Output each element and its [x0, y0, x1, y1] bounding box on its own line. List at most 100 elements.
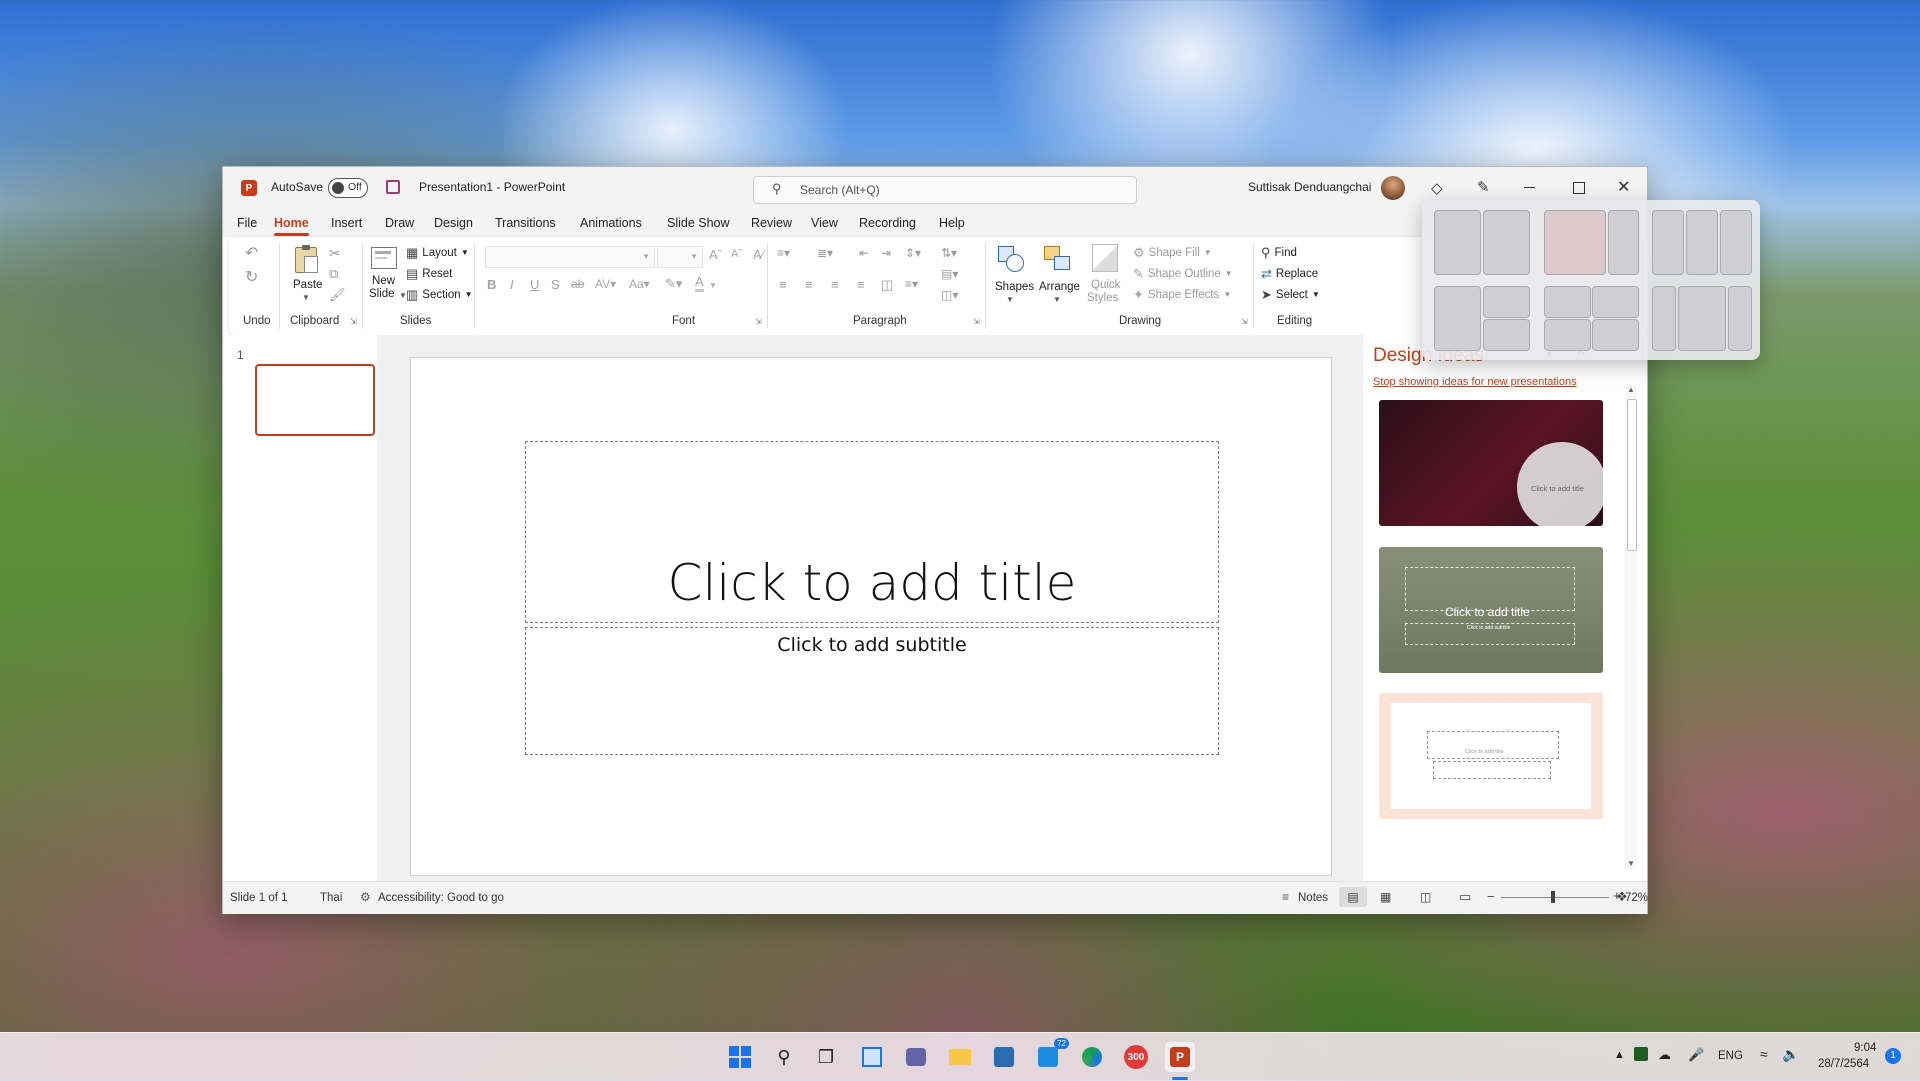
clock-time[interactable]: 9:04 [1854, 1042, 1876, 1054]
cut-icon[interactable]: ✂ [329, 245, 341, 262]
diamond-icon[interactable]: ◇ [1431, 179, 1443, 197]
increase-font-icon[interactable]: Aˆ [709, 247, 722, 262]
accessibility-icon[interactable]: ⚙ [360, 890, 371, 904]
snap-zone[interactable] [1434, 286, 1481, 351]
chat-icon[interactable] [901, 1042, 931, 1072]
autosave-toggle[interactable]: Off [328, 178, 368, 198]
snap-zone[interactable] [1652, 286, 1676, 351]
snap-zone[interactable] [1592, 286, 1639, 318]
section-button[interactable]: ▥ Section ▼ [406, 288, 473, 301]
clear-formatting-icon[interactable]: A∕ [753, 247, 764, 262]
pen-icon[interactable]: ✎ [1477, 178, 1490, 196]
snap-zone[interactable] [1434, 210, 1481, 275]
design-idea-card-2[interactable]: Click to add title Click to add subtitle [1379, 547, 1603, 673]
bold-icon[interactable]: B [487, 277, 496, 292]
slide-sorter-icon[interactable]: ▦ [1380, 890, 1391, 904]
task-view-icon[interactable]: ❐ [811, 1042, 841, 1072]
notification-count[interactable]: 1 [1885, 1048, 1901, 1064]
snap-zone[interactable] [1544, 319, 1591, 351]
tray-app-icon[interactable] [1634, 1047, 1648, 1061]
dialog-launcher-icon[interactable]: ⇲ [755, 317, 762, 326]
tab-recording[interactable]: Recording [859, 216, 916, 230]
paste-icon[interactable] [291, 245, 321, 275]
underline-icon[interactable]: U [530, 277, 539, 292]
zoom-out-icon[interactable]: − [1487, 889, 1495, 904]
character-spacing-icon[interactable]: AV▾ [595, 277, 616, 291]
justify-icon[interactable]: ≡ [857, 277, 865, 292]
select-button[interactable]: ➤ Select ▼ [1261, 288, 1320, 301]
tab-review[interactable]: Review [751, 216, 792, 230]
shadow-icon[interactable]: S [551, 277, 560, 292]
slide-canvas[interactable]: Click to add title Click to add subtitle [410, 357, 1332, 876]
tab-transitions[interactable]: Transitions [495, 216, 556, 230]
shape-outline-button[interactable]: ✎ Shape Outline ▼ [1133, 267, 1233, 280]
snap-zone[interactable] [1728, 286, 1752, 351]
shape-effects-button[interactable]: ✦ Shape Effects ▼ [1133, 288, 1231, 301]
zoom-slider-thumb[interactable] [1551, 891, 1555, 903]
app-badge-icon[interactable]: 300 [1121, 1042, 1151, 1072]
align-left-icon[interactable]: ≡ [779, 277, 787, 292]
arrange-label[interactable]: Arrange [1039, 281, 1080, 293]
clock-date[interactable]: 28/7/2564 [1818, 1058, 1869, 1070]
text-direction-icon[interactable]: ⇅▾ [941, 246, 957, 260]
italic-icon[interactable]: I [510, 277, 514, 292]
tab-slide-show[interactable]: Slide Show [667, 216, 730, 230]
scroll-thumb[interactable] [1627, 399, 1637, 551]
subtitle-placeholder[interactable]: Click to add subtitle [525, 627, 1219, 755]
new-slide-label-1[interactable]: New [372, 275, 395, 287]
close-icon[interactable]: ✕ [1617, 177, 1630, 197]
notes-button[interactable]: Notes [1298, 892, 1328, 904]
app-icon[interactable]: 72 [1033, 1038, 1069, 1072]
reading-view-icon[interactable]: ◫ [1420, 890, 1431, 904]
smartart-icon[interactable]: ◫▾ [941, 288, 958, 302]
tab-view[interactable]: View [811, 216, 838, 230]
format-painter-icon[interactable]: 🖌 [329, 287, 346, 303]
snap-zone[interactable] [1483, 210, 1530, 275]
decrease-indent-icon[interactable]: ⇤ [859, 246, 869, 260]
normal-view-icon[interactable]: ▤ [1339, 887, 1367, 907]
quick-styles-label-2[interactable]: Styles [1087, 292, 1118, 304]
change-case-icon[interactable]: Aa▾ [629, 277, 650, 291]
shapes-icon[interactable] [995, 243, 1027, 273]
snap-zone[interactable] [1686, 210, 1718, 275]
save-icon[interactable] [386, 180, 400, 194]
dialog-launcher-icon[interactable]: ⇲ [973, 317, 980, 326]
store-icon[interactable] [989, 1042, 1019, 1072]
new-slide-icon[interactable] [369, 243, 399, 273]
layout-button[interactable]: ▦ Layout ▼ [406, 246, 469, 259]
maximize-icon[interactable] [1573, 182, 1585, 194]
powerpoint-taskbar-icon[interactable]: P [1165, 1042, 1195, 1072]
decrease-font-icon[interactable]: Aˇ [731, 248, 742, 260]
zoom-slider[interactable] [1501, 891, 1609, 903]
increase-indent-icon[interactable]: ⇥ [881, 246, 891, 260]
scrollbar[interactable]: ▲ ▼ [1625, 385, 1637, 869]
search-icon[interactable]: ⚲ [769, 1042, 799, 1072]
columns-icon[interactable]: ◫ [881, 277, 893, 293]
numbering-icon[interactable]: ≣▾ [817, 246, 833, 260]
snap-zone[interactable] [1544, 210, 1606, 275]
accessibility-status[interactable]: Accessibility: Good to go [378, 892, 504, 904]
quick-styles-label-1[interactable]: Quick [1091, 279, 1120, 291]
start-icon[interactable] [725, 1042, 755, 1072]
shape-fill-button[interactable]: ⚙ Shape Fill ▼ [1133, 246, 1212, 259]
design-idea-card-3[interactable]: Click to add title [1379, 693, 1603, 819]
search-box[interactable]: ⚲ Search (Alt+Q) [753, 176, 1137, 204]
tab-home[interactable]: Home [274, 216, 309, 236]
replace-button[interactable]: ⇄ Replace [1261, 267, 1318, 280]
font-size-select[interactable]: ▼ [657, 246, 703, 268]
new-slide-label-2[interactable]: Slide [369, 288, 395, 300]
stop-showing-ideas-link[interactable]: Stop showing ideas for new presentations [1373, 376, 1577, 388]
snap-zone[interactable] [1608, 210, 1639, 275]
bullets-icon[interactable]: ≡▾ [777, 246, 790, 260]
reset-button[interactable]: ▤ Reset [406, 267, 452, 280]
snap-zone[interactable] [1678, 286, 1726, 351]
user-name[interactable]: Suttisak Denduangchai [1248, 180, 1371, 194]
snap-zone[interactable] [1544, 286, 1591, 318]
align-text-icon[interactable]: ▤▾ [941, 267, 958, 281]
onedrive-icon[interactable]: ☁ [1658, 1047, 1671, 1063]
paste-button[interactable]: Paste [293, 279, 322, 291]
minimize-icon[interactable] [1524, 187, 1535, 188]
columns-dropdown-icon[interactable]: ≡▾ [905, 277, 918, 291]
edge-icon[interactable] [1077, 1042, 1107, 1072]
tab-animations[interactable]: Animations [580, 216, 642, 230]
